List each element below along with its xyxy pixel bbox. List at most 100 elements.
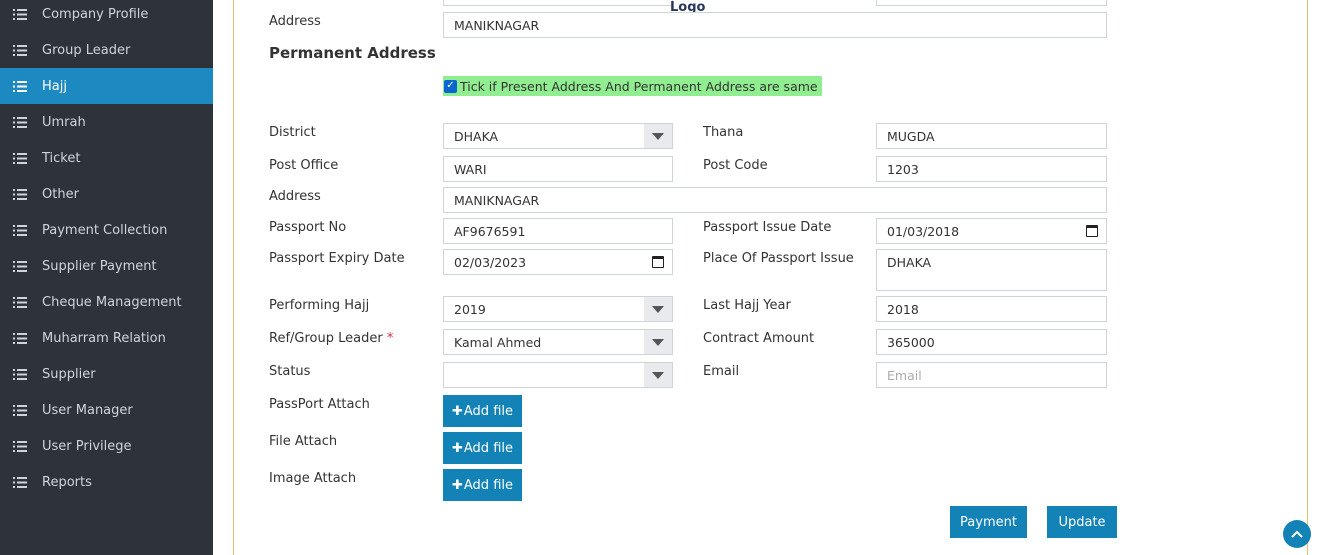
thana-input[interactable]: MUGDA — [876, 123, 1107, 149]
last-hajj-year-value: 2018 — [887, 301, 919, 317]
district-select[interactable]: DHAKA — [443, 123, 673, 149]
post-office-input[interactable]: WARI — [443, 156, 673, 182]
same-address-checkbox[interactable]: ✓ — [444, 79, 457, 93]
district-value: DHAKA — [454, 128, 499, 144]
present-address-label: Address — [269, 14, 321, 29]
sidebar-item-label: Ticket — [42, 150, 81, 166]
add-file-label: Add file — [463, 440, 513, 456]
required-marker: * — [386, 331, 394, 346]
sidebar-item-label: Supplier — [42, 366, 96, 382]
sidebar-item-hajj[interactable]: Hajj — [0, 68, 213, 104]
email-placeholder: Email — [887, 367, 922, 383]
last-hajj-year-label: Last Hajj Year — [703, 298, 791, 313]
list-icon — [13, 152, 27, 164]
passport-no-input[interactable]: AF9676591 — [443, 218, 673, 244]
sidebar-item-user-manager[interactable]: User Manager — [0, 392, 213, 428]
plus-icon: ✚ — [451, 403, 463, 419]
sidebar-item-label: Reports — [42, 474, 92, 490]
performing-hajj-select[interactable]: 2019 — [443, 296, 673, 322]
sidebar-item-supplier-payment[interactable]: Supplier Payment — [0, 248, 213, 284]
passport-expiry-label: Passport Expiry Date — [269, 251, 405, 266]
cut-off-field-left[interactable] — [443, 0, 673, 6]
payment-button[interactable]: Payment — [950, 506, 1027, 538]
sidebar-item-label: User Manager — [42, 402, 133, 418]
permanent-address-title: Permanent Address — [269, 44, 436, 62]
sidebar-item-supplier[interactable]: Supplier — [0, 356, 213, 392]
sidebar-item-label: Umrah — [42, 114, 86, 130]
ref-group-leader-value: Kamal Ahmed — [454, 334, 542, 350]
sidebar-item-label: Muharram Relation — [42, 330, 166, 346]
sidebar-item-other[interactable]: Other — [0, 176, 213, 212]
calendar-icon[interactable] — [1086, 225, 1098, 237]
list-icon — [13, 224, 27, 236]
same-address-checkbox-row[interactable]: ✓ Tick if Present Address And Permanent … — [443, 76, 822, 96]
sidebar-item-label: Payment Collection — [42, 222, 168, 238]
passport-no-value: AF9676591 — [454, 223, 526, 239]
last-hajj-year-input[interactable]: 2018 — [876, 296, 1107, 322]
chevron-down-icon[interactable] — [644, 330, 672, 354]
permanent-address-input[interactable]: MANIKNAGAR — [443, 187, 1107, 213]
passport-expiry-input[interactable]: 02/03/2023 — [443, 249, 673, 275]
sidebar-item-ticket[interactable]: Ticket — [0, 140, 213, 176]
sidebar-item-cheque-management[interactable]: Cheque Management — [0, 284, 213, 320]
sidebar-item-label: Cheque Management — [42, 294, 182, 310]
email-input[interactable]: Email — [876, 362, 1107, 388]
passport-issue-date-label: Passport Issue Date — [703, 220, 832, 235]
sidebar-item-payment-collection[interactable]: Payment Collection — [0, 212, 213, 248]
list-icon — [13, 296, 27, 308]
performing-hajj-label: Performing Hajj — [269, 298, 370, 313]
ref-group-leader-select[interactable]: Kamal Ahmed — [443, 329, 673, 355]
sidebar-item-label: User Privilege — [42, 438, 132, 454]
chevron-down-icon[interactable] — [644, 297, 672, 321]
passport-no-label: Passport No — [269, 220, 347, 235]
sidebar-item-label: Group Leader — [42, 42, 131, 58]
chevron-up-icon — [1291, 530, 1303, 538]
cut-off-field-right[interactable] — [876, 0, 1107, 6]
image-attach-label: Image Attach — [269, 471, 357, 486]
sidebar-item-group-leader[interactable]: Group Leader — [0, 32, 213, 68]
status-label: Status — [269, 364, 311, 379]
chevron-down-icon[interactable] — [644, 124, 672, 148]
permanent-address-value: MANIKNAGAR — [454, 192, 540, 208]
add-file-label: Add file — [463, 477, 513, 493]
passport-expiry-value: 02/03/2023 — [454, 254, 527, 270]
status-select[interactable] — [443, 362, 673, 388]
sidebar-item-user-privilege[interactable]: User Privilege — [0, 428, 213, 464]
update-button[interactable]: Update — [1047, 506, 1117, 538]
post-code-input[interactable]: 1203 — [876, 156, 1107, 182]
passport-place-textarea[interactable]: DHAKA — [876, 249, 1107, 291]
passport-place-value: DHAKA — [887, 255, 932, 270]
contract-amount-label: Contract Amount — [703, 331, 815, 346]
sidebar-item-muharram-relation[interactable]: Muharram Relation — [0, 320, 213, 356]
passport-issue-date-input[interactable]: 01/03/2018 — [876, 218, 1107, 244]
chevron-down-icon[interactable] — [644, 363, 672, 387]
thana-label: Thana — [703, 125, 744, 140]
sidebar-item-company-profile[interactable]: Company Profile — [0, 0, 213, 32]
email-label: Email — [703, 364, 740, 379]
sidebar-item-reports[interactable]: Reports — [0, 464, 213, 500]
list-icon — [13, 8, 27, 20]
list-icon — [13, 476, 27, 488]
file-attach-label: File Attach — [269, 434, 338, 449]
scroll-to-top-button[interactable] — [1283, 520, 1311, 548]
post-office-label: Post Office — [269, 158, 339, 173]
passport-add-file-button[interactable]: ✚ Add file — [443, 395, 522, 427]
thana-value: MUGDA — [887, 128, 935, 144]
post-code-value: 1203 — [887, 161, 919, 177]
file-add-file-button[interactable]: ✚ Add file — [443, 432, 522, 464]
contract-amount-input[interactable]: 365000 — [876, 329, 1107, 355]
list-icon — [13, 188, 27, 200]
plus-icon: ✚ — [451, 477, 463, 493]
sidebar-item-umrah[interactable]: Umrah — [0, 104, 213, 140]
calendar-icon[interactable] — [652, 256, 664, 268]
present-address-input[interactable]: MANIKNAGAR — [443, 12, 1107, 38]
add-file-label: Add file — [463, 403, 513, 419]
sidebar: Company Profile Group Leader Hajj Umrah Tick… — [0, 0, 213, 555]
list-icon — [13, 368, 27, 380]
ref-group-leader-label-text: Ref/Group Leader — [269, 331, 383, 346]
same-address-checkbox-label: Tick if Present Address And Permanent Ad… — [460, 78, 818, 94]
sidebar-item-label: Supplier Payment — [42, 258, 157, 274]
image-add-file-button[interactable]: ✚ Add file — [443, 469, 522, 501]
permanent-address-label: Address — [269, 189, 321, 204]
passport-attach-label: PassPort Attach — [269, 397, 370, 412]
